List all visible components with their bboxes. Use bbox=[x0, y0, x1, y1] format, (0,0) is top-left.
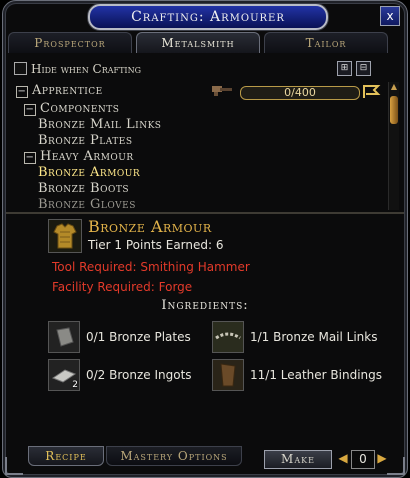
hide-when-crafting-option[interactable]: Hide when Crafting bbox=[14, 62, 141, 76]
frame-corner bbox=[5, 457, 23, 475]
tier-points: Tier 1 Points Earned: 6 bbox=[88, 238, 224, 252]
ingredient-item[interactable]: 0/1 Bronze Plates bbox=[48, 321, 191, 353]
window-title[interactable]: Crafting: Armourer bbox=[88, 4, 328, 30]
tree-item[interactable]: Bronze Boots bbox=[38, 181, 129, 196]
recipe-name: Bronze Armour bbox=[88, 217, 212, 236]
close-button[interactable]: x bbox=[380, 6, 400, 26]
increase-arrow-icon[interactable]: ▶ bbox=[376, 451, 388, 466]
facility-required: Facility Required: Forge bbox=[52, 280, 193, 294]
tab-mastery-options[interactable]: Mastery Options bbox=[106, 446, 242, 466]
ingredient-item[interactable]: 11/1 Leather Bindings bbox=[212, 359, 390, 391]
make-count[interactable]: 0 bbox=[351, 450, 375, 469]
ingredient-label: 1/1 Bronze Mail Links bbox=[250, 329, 378, 344]
section-divider bbox=[6, 212, 404, 214]
ingredient-label: 0/1 Bronze Plates bbox=[86, 329, 191, 344]
tree-category-components[interactable]: − Components bbox=[24, 101, 119, 116]
collapse-icon[interactable]: − bbox=[16, 86, 28, 98]
tree-category-heavy-armour[interactable]: − Heavy Armour bbox=[24, 149, 134, 164]
tree-item[interactable]: Bronze Mail Links bbox=[38, 117, 161, 132]
tree-item[interactable]: Bronze Plates bbox=[38, 133, 133, 148]
flag-icon bbox=[363, 85, 381, 98]
collapse-all-button[interactable]: ⊟ bbox=[356, 61, 371, 76]
tree-item-selected[interactable]: Bronze Armour bbox=[38, 165, 140, 180]
tree-tier-apprentice[interactable]: − Apprentice bbox=[16, 83, 103, 98]
ingredient-item[interactable]: 1/1 Bronze Mail Links bbox=[212, 321, 390, 353]
tab-metalsmith[interactable]: Metalsmith bbox=[136, 32, 260, 53]
tab-recipe[interactable]: Recipe bbox=[28, 446, 104, 466]
leather-bindings-icon bbox=[212, 359, 244, 391]
hide-when-crafting-checkbox[interactable] bbox=[14, 62, 27, 75]
scroll-thumb[interactable] bbox=[390, 96, 398, 124]
ingredient-quantity: 2 bbox=[72, 380, 78, 390]
profession-tabs: Prospector Metalsmith Tailor bbox=[8, 32, 388, 54]
ingredient-label: 11/1 Leather Bindings bbox=[250, 367, 383, 382]
tier-progress-bar: 0/400 bbox=[240, 86, 360, 100]
bronze-plate-icon bbox=[48, 321, 80, 353]
scroll-up-icon[interactable]: ▲ bbox=[389, 82, 399, 92]
progress-text: 0/400 bbox=[284, 86, 316, 99]
tier-label: Apprentice bbox=[32, 83, 103, 98]
collapse-icon[interactable]: − bbox=[24, 152, 36, 164]
expand-all-button[interactable]: ⊞ bbox=[337, 61, 352, 76]
category-label: Heavy Armour bbox=[40, 149, 134, 164]
bronze-ingot-icon: 2 bbox=[48, 359, 80, 391]
hide-when-crafting-label: Hide when Crafting bbox=[31, 62, 141, 76]
hammer-icon bbox=[212, 86, 232, 96]
tool-required: Tool Required: Smithing Hammer bbox=[52, 260, 250, 274]
tab-prospector[interactable]: Prospector bbox=[8, 32, 132, 53]
frame-corner bbox=[387, 457, 405, 475]
ingredient-item[interactable]: 2 0/2 Bronze Ingots bbox=[48, 359, 192, 391]
recipe-tree: − Apprentice − Components Bronze Mail Link… bbox=[14, 82, 374, 210]
collapse-icon[interactable]: − bbox=[24, 104, 36, 116]
mail-links-icon bbox=[212, 321, 244, 353]
category-label: Components bbox=[40, 101, 120, 116]
make-button[interactable]: Make bbox=[264, 450, 332, 469]
tab-tailor[interactable]: Tailor bbox=[264, 32, 388, 53]
decrease-arrow-icon[interactable]: ◀ bbox=[337, 451, 349, 466]
tree-item[interactable]: Bronze Gloves bbox=[38, 197, 136, 210]
ingredient-label: 0/2 Bronze Ingots bbox=[86, 367, 192, 382]
bronze-armour-icon bbox=[48, 219, 82, 253]
ingredients-header: Ingredients: bbox=[161, 298, 249, 313]
tree-scrollbar[interactable]: ▲ bbox=[388, 82, 399, 210]
